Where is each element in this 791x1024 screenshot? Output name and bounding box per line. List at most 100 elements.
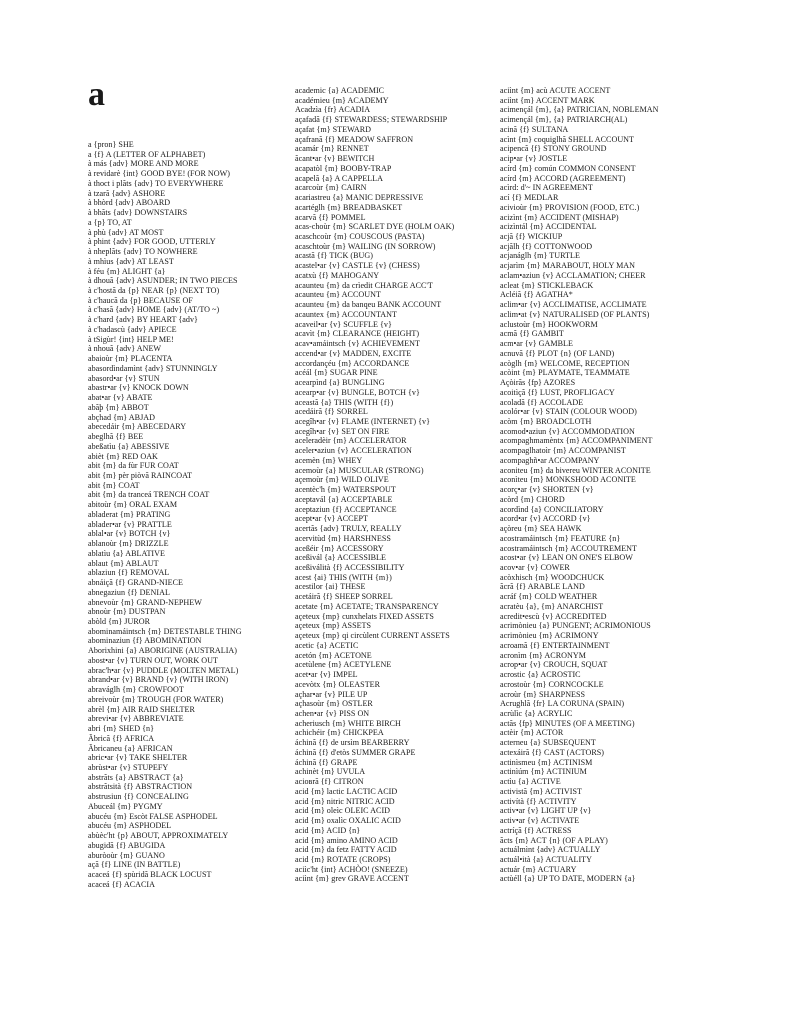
dictionary-entry: actùéll {a} UP TO DATE, MODERN {a} (500, 874, 636, 884)
dictionary-entry: Aborixhini {a} ABORIGINE (AUSTRALIA) (88, 646, 237, 656)
dictionary-columns: a {pron} SHE a {f} A (LETTER OF ALPHABET)… (0, 0, 791, 1024)
dictionary-entry: à bhãts {adv} DOWNSTAIRS (88, 208, 188, 218)
dictionary-entry: acapelã {a} A CAPPELLA (295, 173, 384, 183)
dictionary-entry: Ãbricã {f} AFRICA (88, 733, 155, 743)
dictionary-entry: Acrughlã {fr} LA CORUNA (SPAIN) (500, 699, 625, 709)
dictionary-entry: acòrd {m} CHORD (500, 494, 565, 504)
dictionary-entry: abrac'h•ar {v} PUDDLE (MOLTEN METAL) (88, 665, 239, 675)
dictionary-entry: abastr•ar {v} KNOCK DOWN (88, 383, 189, 393)
dictionary-entry: acòxhisch {m} WOODCHUCK (500, 572, 605, 582)
dictionary-entry: acronìm {m} ACRONYM (500, 650, 586, 660)
dictionary-entry: acamár {m} RENNET (295, 144, 369, 154)
dictionary-entry: abnoùr {m} DUSTPAN (88, 607, 166, 617)
dictionary-entry: acorç•ar {v} SHORTEN {v} (500, 485, 594, 495)
dictionary-entry: à más {adv} MORE AND MORE (88, 159, 199, 169)
dictionary-entry: acevòtx {m} OLEASTER (295, 679, 381, 689)
dictionary-entry: abominaziun {f} ABOMINATION (88, 636, 202, 646)
dictionary-entry: aceßéir {m} ACCESSORY (295, 543, 384, 553)
dictionary-entry: áchinã {f} d'etòs SUMMER GRAPE (295, 747, 416, 757)
dictionary-entry: Acadzìa {fr} ACADIA (295, 105, 371, 115)
dictionary-entry: aclim•at {v} NATURALISED (OF PLANTS) (500, 309, 650, 319)
dictionary-entry: acheriusch {m} WHITE BIRCH (295, 718, 401, 728)
dictionary-entry: acaunteu {m} ACCOUNT (295, 290, 381, 300)
dictionary-entry: accend•ar {v} MADDEN, EXCITE (295, 348, 412, 358)
dictionary-entry: acaunteu {m} da banqeu BANK ACCOUNT (295, 300, 442, 310)
dictionary-entry: acompaghñ•ar ACCOMPANY (500, 455, 600, 465)
dictionary-entry: acleat {m} STICKLEBACK (500, 280, 594, 290)
dictionary-entry: abasord•ar {v} STUN (88, 373, 160, 383)
dictionary-entry: acid {m} oxalìc OXALIC ACID (295, 816, 401, 826)
dictionary-entry: abçhad {m} ABJAD (88, 412, 155, 422)
dictionary-entry: acostramáintsch {m} FEATURE {n} (500, 533, 621, 543)
dictionary-entry: à tzarã {adv} ASHORE (88, 188, 166, 198)
dictionary-entry: acizìntál {m} ACCIDENTAL (500, 222, 597, 232)
dictionary-entry: acov•ar {v} COWER (500, 562, 570, 572)
dictionary-entry: acord•ar {v} ACCORD {v} (500, 514, 591, 524)
dictionary-entry: aciìnt {m} grev GRAVE ACCENT (295, 874, 409, 884)
dictionary-entry: abrand•ar {v} BRAND {v} (WITH IRON) (88, 675, 229, 685)
dictionary-entry: actríçã {f} ACTRESS (500, 825, 572, 835)
dictionary-entry: ablaut {m} ABLAUT (88, 558, 159, 568)
dictionary-entry: Abuceál {m} PYGMY (88, 801, 163, 811)
dictionary-entry: abit {m} da tranceá TRENCH COAT (88, 490, 210, 500)
dictionary-entry: à c'hard {adv} BY HEART {adv} (88, 315, 198, 325)
dictionary-entry: acòglh {m} WELCOME, RECEPTION (500, 358, 630, 368)
dictionary-entry: acizìnt {m} ACCIDENT (MISHAP) (500, 212, 619, 222)
dictionary-entry: acestilor {ai} THESE (295, 582, 366, 592)
dictionary-entry: activ•ar {v} ACTIVATE (500, 816, 580, 826)
dictionary-entry: acemoùr {a} MUSCULAR (STRONG) (295, 465, 424, 475)
dictionary-entry: achen•ar {v} PISS ON (295, 709, 370, 718)
dictionary-entry: aconìteu {m} MONKSHOOD ACONITE (500, 475, 636, 485)
dictionary-entry: abucéu {m} ASPHODEL (88, 821, 172, 831)
dictionary-entry: abrùst•ar {v} STUPEFY (88, 763, 169, 772)
dictionary-entry: abnáiçã {f} GRAND-NIECE (88, 578, 183, 588)
dictionary-entry: actinìsmeu {m} ACTINISM (500, 757, 593, 767)
dictionary-entry: acip•ar {v} JOSTLE (500, 154, 568, 164)
dictionary-entry: acrostic {a} ACROSTIC (500, 670, 581, 680)
dictionary-entry: acegîh•ar {v} FLAME (INTERNET) {v} (295, 416, 431, 426)
dictionary-entry: abugidã {f} ABUGIDA (88, 840, 166, 850)
dictionary-entry: acroamã {f} ENTERTAINMENT (500, 640, 610, 650)
dictionary-entry: acariastreu {a} MANIC DEPRESSIVE (295, 193, 424, 203)
dictionary-entry: à c'hostã da {p} NEAR {p} (NEXT TO) (88, 286, 220, 296)
dictionary-entry: Ãbricaneu {a} AFRICAN (88, 743, 173, 753)
dictionary-entry: ablaziun {f} REMOVAL (88, 568, 170, 578)
dictionary-entry: acas-choùr {m} SCARLET DYE (HOLM OAK) (295, 222, 455, 232)
dictionary-entry: accordançéu {m} ACCORDANCE (295, 358, 410, 368)
dictionary-entry: actìu {a} ACTIVE (500, 777, 561, 787)
dictionary-entry: abstrusiun {f} CONCEALING (88, 792, 189, 802)
dictionary-entry: acartéglh {m} BREADBASKET (295, 202, 403, 212)
dictionary-entry: acatxù {f} MAHOGANY (295, 270, 380, 280)
dictionary-entry: aceptaziun {f} ACCEPTANCE (295, 504, 397, 514)
dictionary-entry: à nhouã {adv} ANEW (88, 344, 162, 354)
dictionary-entry: acid {m} amino AMINO ACID (295, 835, 398, 845)
dictionary-column-2: academic {a} ACADEMIC académieu {m} ACADE… (295, 86, 495, 884)
dictionary-entry: acertãs {adv} TRULY, REALLY (295, 524, 402, 534)
dictionary-entry: abladerat {m} PRATING (88, 509, 171, 519)
dictionary-entry: áchinã {f} GRAPE (295, 757, 358, 767)
dictionary-entry: acauntex {m} ACCOUNTANT (295, 309, 397, 319)
dictionary-entry: acjã {f} WICKIUP (500, 232, 563, 242)
dictionary-entry: abasordìndamìnt {adv} STUNNINGLY (88, 363, 218, 373)
dictionary-entry: açafat {m} STEWARD (295, 124, 372, 134)
dictionary-entry: acaschcoùr {m} COUSCOUS (PASTA) (295, 232, 425, 242)
dictionary-entry: ablanoùr {m} DRIZZLE (88, 539, 169, 549)
dictionary-entry: abùèc'ht {p} ABOUT, APPROXIMATELY (88, 831, 229, 841)
dictionary-entry: ãcant•ar {v} BEWITCH (295, 154, 375, 164)
dictionary-entry: acest {ai} THIS (WITH {m}) (295, 572, 392, 582)
dictionary-entry: a {pron} SHE (88, 140, 134, 149)
dictionary-entry: achinèt {m} UVULA (295, 767, 366, 777)
dictionary-entry: acordìnd {a} CONCILIATORY (500, 504, 604, 514)
dictionary-entry: açeteux {mp} qi circùlent CURRENT ASSETS (295, 631, 450, 641)
dictionary-entry: açemoùr {m} WILD OLIVE (295, 475, 389, 485)
dictionary-entry: acastel•ar {v} CASTLE {v} (CHESS) (295, 261, 420, 271)
dictionary-entry: abeglhã {f} BEE (88, 432, 144, 442)
dictionary-entry: acimençál {m}, {a} PATRICIAN, NOBLEMAN (500, 105, 659, 115)
dictionary-entry: à phù {adv} AT MOST (88, 227, 164, 237)
dictionary-entry: à dhouã {adv} ASUNDER; IN TWO PIECES (88, 276, 238, 286)
dictionary-entry: à c'hadascù {adv} APIECE (88, 324, 177, 334)
dictionary-entry: açafranã {f} MEADOW SAFFRON (295, 134, 414, 144)
dictionary-page: a a {pron} SHE a {f} A (LETTER OF ALPHABE… (0, 0, 791, 1024)
dictionary-entry: abeßatìu {a} ABESSIVE (88, 441, 170, 451)
dictionary-entry: abòld {m} JUROR (88, 616, 151, 626)
